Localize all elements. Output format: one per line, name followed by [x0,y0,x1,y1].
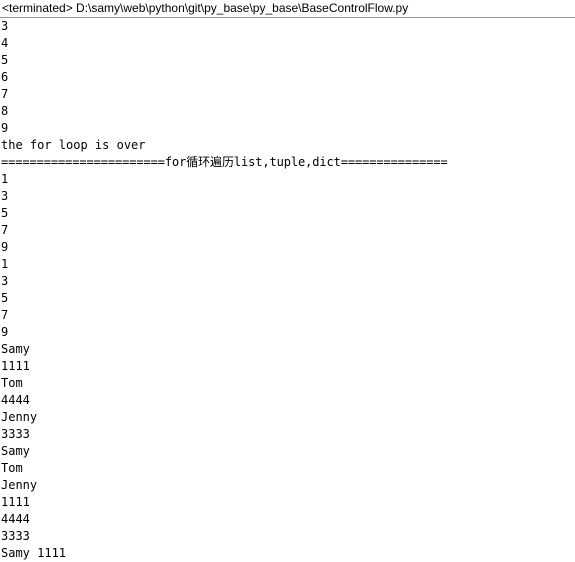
console-line: Tom [1,376,23,390]
console-line: 1 [1,257,9,271]
console-line: 5 [1,291,9,305]
console-line: 9 [1,325,9,339]
console-line: Jenny [1,410,38,424]
console-line: 1111 [1,359,30,373]
console-line: =======================for循环遍历list,tuple… [1,155,448,169]
console-line: Samy 1111 [1,546,67,560]
console-line: 6 [1,70,9,84]
console-line: 3333 [1,529,30,543]
console-output-text[interactable]: 3 4 5 6 7 8 9 the for loop is over =============… [0,18,575,562]
console-line: the for loop is over [1,138,146,152]
console-line: 8 [1,104,9,118]
console-line: 4444 [1,512,30,526]
console-line: 5 [1,53,9,67]
console-line: 9 [1,240,9,254]
console-line: 7 [1,308,9,322]
console-line: 3 [1,189,9,203]
console-line: 1111 [1,495,30,509]
console-line: Jenny [1,478,38,492]
console-view: <terminated> D:\samy\web\python\git\py_b… [0,0,575,562]
console-line: 9 [1,121,9,135]
console-line: Samy [1,342,30,356]
console-line: 7 [1,223,9,237]
console-line: 3 [1,19,9,33]
console-line: Samy [1,444,30,458]
console-line: 5 [1,206,9,220]
console-line: 4444 [1,393,30,407]
console-line: 3333 [1,427,30,441]
console-header: <terminated> D:\samy\web\python\git\py_b… [0,0,575,18]
console-line: 7 [1,87,9,101]
console-line: 1 [1,172,9,186]
console-line: 4 [1,36,9,50]
console-line: 3 [1,274,9,288]
console-line: Tom [1,461,23,475]
terminated-process-label: <terminated> D:\samy\web\python\git\py_b… [2,1,409,15]
